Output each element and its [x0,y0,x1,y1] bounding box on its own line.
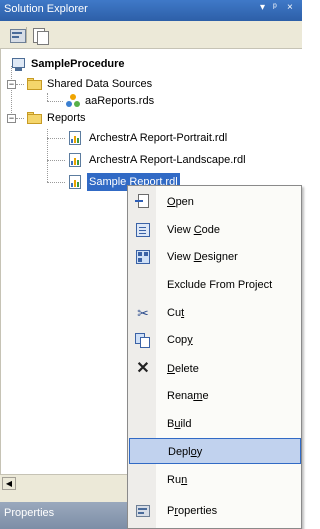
menu-item-label: View Designer [167,251,238,263]
copy-icon [135,332,151,348]
context-menu: Open View Code View Designer Exclude Fro… [127,185,302,529]
menu-item-open[interactable]: Open [129,189,301,215]
menu-item-label: Run [167,474,188,486]
reports-folder-label: Reports [47,112,86,124]
menu-item-label: Copy [167,334,193,346]
tree-connector [16,118,24,119]
scroll-left-icon[interactable]: ◀ [2,477,16,490]
menu-item-view-designer[interactable]: View Designer [129,244,301,270]
tree-item-project[interactable]: SampleProcedure [11,55,211,73]
tree-connector [47,138,65,139]
pin-icon[interactable]: ᵖ [273,2,277,13]
folder-icon [27,110,43,126]
project-label: SampleProcedure [31,58,125,70]
tree-connector [16,84,24,85]
data-source-icon [65,93,81,109]
window-menu-icon[interactable]: ▾ [260,2,265,13]
tree-connector [47,93,48,101]
menu-item-deploy[interactable]: Deploy [129,438,301,464]
menu-item-label: Delete [167,363,199,375]
menu-item-label: Cut [167,307,185,319]
report-portrait-label: ArchestrA Report-Portrait.rdl [89,132,228,144]
close-icon[interactable]: × [287,2,293,13]
tree-item-data-source-file[interactable]: aaReports.rds [65,92,215,110]
menu-item-delete[interactable]: ✕ Delete [129,356,301,382]
open-icon [135,194,151,210]
tree-item-reports-folder[interactable]: Reports [27,109,177,127]
menu-item-label: Rename [167,390,209,402]
menu-item-label: Open [167,196,194,208]
folder-icon [27,76,43,92]
tree-item-shared-data-sources[interactable]: Shared Data Sources [27,75,247,93]
tree-connector [47,182,65,183]
menu-item-label: Build [167,418,192,430]
solution-explorer-toolbar [0,21,302,49]
menu-item-properties[interactable]: Properties [129,498,301,524]
tree-item-report-landscape[interactable]: ArchestrA Report-Landscape.rdl [67,151,297,169]
menu-item-copy[interactable]: Copy [129,327,301,353]
tree-connector [47,160,65,161]
window-title: Solution Explorer [4,3,88,15]
tree-connector [47,101,63,102]
tree-connector [47,129,48,182]
menu-item-label: Exclude From Project [167,279,273,291]
report-landscape-label: ArchestrA Report-Landscape.rdl [89,154,246,166]
collapse-reports[interactable]: − [7,114,16,123]
view-code-icon [135,222,151,238]
menu-item-label: Deploy [168,446,203,458]
menu-item-rename[interactable]: Rename [129,383,301,409]
properties-icon [135,503,151,519]
toolbar-separator [26,27,27,43]
collapse-shared-data-sources[interactable]: − [7,80,16,89]
report-file-icon [67,130,83,146]
menu-item-label: View Code [167,224,221,236]
project-icon [11,56,27,72]
properties-toolbar-button[interactable] [8,26,28,45]
view-designer-icon [135,249,151,265]
report-file-icon [67,174,83,190]
cut-icon: ✂ [137,305,149,321]
tree-connector [11,66,12,119]
show-all-files-button[interactable] [30,26,50,45]
report-file-icon [67,152,83,168]
menu-item-run[interactable]: Run [129,467,301,493]
delete-icon: ✕ [136,360,150,377]
menu-item-view-code[interactable]: View Code [129,217,301,243]
menu-item-exclude-from-project[interactable]: Exclude From Project [129,272,301,298]
properties-panel-title: Properties [4,507,55,519]
menu-item-build[interactable]: Build [129,411,301,437]
menu-item-cut[interactable]: ✂ Cut [129,300,301,326]
shared-data-sources-label: Shared Data Sources [47,78,153,90]
data-source-file-label: aaReports.rds [85,95,155,107]
solution-explorer-titlebar: Solution Explorer ▾ ᵖ × [0,0,302,21]
tree-item-report-portrait[interactable]: ArchestrA Report-Portrait.rdl [67,129,297,147]
menu-item-label: Properties [167,505,218,517]
